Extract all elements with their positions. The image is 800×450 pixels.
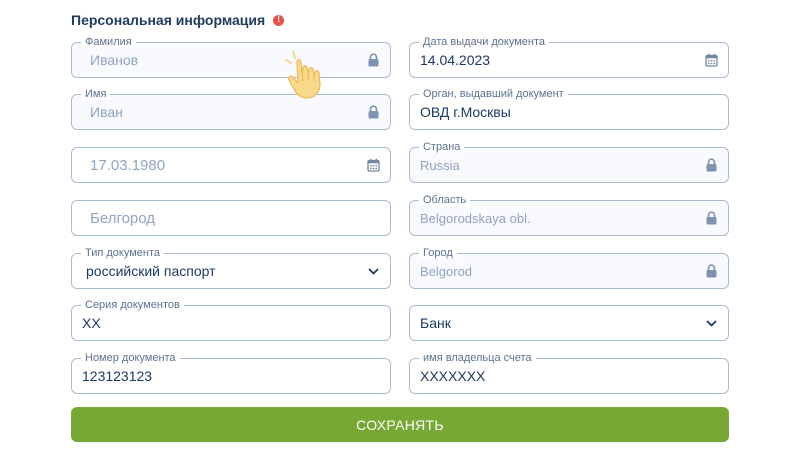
lock-icon <box>705 158 718 172</box>
hand-pointer-icon <box>283 50 329 102</box>
calendar-icon[interactable] <box>705 53 718 67</box>
last-name-field[interactable]: Фамилия Иванов <box>71 36 391 78</box>
country-field[interactable]: Страна Russia <box>409 141 729 183</box>
issue-date-field[interactable]: Дата выдачи документа 14.04.2023 <box>409 36 729 78</box>
country-value: Russia <box>420 157 460 173</box>
doc-series-field[interactable]: Серия документов XX <box>71 299 391 341</box>
first-name-field[interactable]: Имя Иван <box>71 88 391 130</box>
chevron-down-icon[interactable] <box>367 264 380 278</box>
doc-type-select[interactable]: Тип документа российский паспорт <box>71 247 391 289</box>
bank-select[interactable]: Банк <box>409 305 729 341</box>
section-title-text: Персональная информация <box>71 12 266 28</box>
doc-series-value: XX <box>82 315 101 331</box>
lock-icon <box>367 105 380 119</box>
issue-date-value: 14.04.2023 <box>420 52 491 68</box>
doc-type-value: российский паспорт <box>86 263 216 279</box>
town-value: Belgorod <box>420 263 473 279</box>
city-field[interactable]: Белгород <box>71 200 391 236</box>
city-value: Белгород <box>90 209 156 227</box>
birth-date-field[interactable]: 17.03.1980 <box>71 147 391 183</box>
lock-icon <box>705 211 718 225</box>
birth-date-value: 17.03.1980 <box>90 156 166 174</box>
issuer-value: ОВД г.Москвы <box>420 104 511 120</box>
bank-value: Банк <box>420 315 451 331</box>
issuer-field[interactable]: Орган, выдавший документ ОВД г.Москвы <box>409 88 729 130</box>
region-field[interactable]: Область Belgorodskaya obl. <box>409 194 729 236</box>
last-name-value: Иванов <box>90 52 139 68</box>
calendar-icon[interactable] <box>367 158 380 172</box>
doc-number-value: 123123123 <box>82 368 153 384</box>
account-holder-field[interactable]: имя владельца счета XXXXXXX <box>409 352 729 394</box>
doc-number-field[interactable]: Номер документа 123123123 <box>71 352 391 394</box>
first-name-value: Иван <box>90 104 123 120</box>
alert-icon <box>273 14 285 26</box>
chevron-down-icon[interactable] <box>705 316 718 330</box>
account-holder-value: XXXXXXX <box>420 368 486 384</box>
section-title: Персональная информация <box>71 9 285 31</box>
town-field[interactable]: Город Belgorod <box>409 247 729 289</box>
region-value: Belgorodskaya obl. <box>420 210 531 226</box>
lock-icon <box>367 53 380 67</box>
lock-icon <box>705 264 718 278</box>
save-button[interactable]: СОХРАНЯТЬ <box>71 407 729 442</box>
